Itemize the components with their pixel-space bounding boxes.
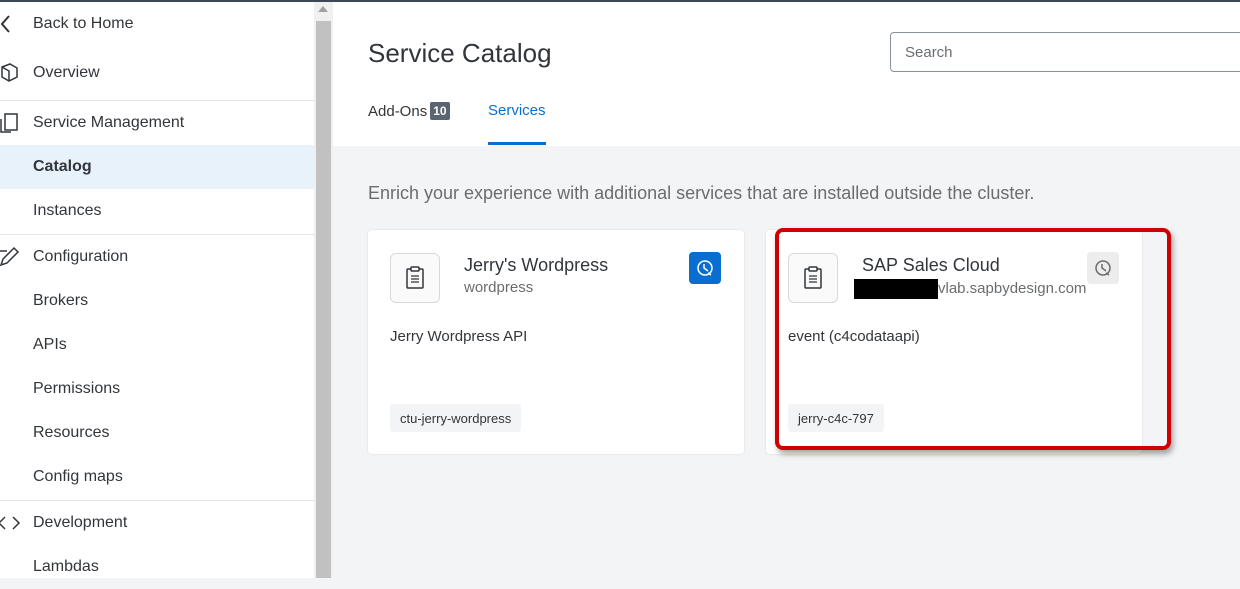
sidebar-item-instances[interactable]: Instances bbox=[0, 189, 314, 233]
sidebar-item-label: Configuration bbox=[33, 247, 129, 265]
edit-icon bbox=[0, 245, 21, 269]
sidebar-item-lambdas[interactable]: Lambdas bbox=[0, 545, 314, 589]
sidebar-item-resources[interactable]: Resources bbox=[0, 411, 314, 455]
card-description: event (c4codataapi) bbox=[788, 328, 920, 345]
sidebar-item-label: Resources bbox=[33, 424, 110, 441]
redacted-block bbox=[854, 279, 938, 299]
sidebar-item-configuration[interactable]: Configuration bbox=[0, 234, 314, 278]
sidebar-item-label: Overview bbox=[33, 64, 100, 81]
service-card[interactable]: SAP Sales Cloud vlab.sapbydesign.com eve… bbox=[766, 230, 1142, 454]
sidebar-item-label: Lambdas bbox=[33, 558, 99, 575]
tab-label: Services bbox=[488, 102, 546, 119]
card-title: SAP Sales Cloud bbox=[862, 255, 1000, 275]
clipboard-icon bbox=[390, 253, 440, 303]
sidebar-item-service-management[interactable]: Service Management bbox=[0, 100, 314, 144]
tab-label: Add-Ons bbox=[368, 102, 428, 120]
sidebar-item-label: APIs bbox=[33, 336, 67, 353]
sidebar-item-apis[interactable]: APIs bbox=[0, 323, 314, 367]
sidebar-item-label: Catalog bbox=[33, 158, 92, 175]
card-subtitle: vlab.sapbydesign.com bbox=[854, 279, 1086, 299]
service-card[interactable]: Jerry's Wordpress wordpress Jerry Wordpr… bbox=[368, 230, 744, 454]
chevron-left-icon bbox=[0, 12, 21, 36]
sidebar-item-development[interactable]: Development bbox=[0, 500, 314, 544]
sidebar-item-label: Development bbox=[33, 513, 128, 531]
sidebar-item-label: Brokers bbox=[33, 292, 89, 309]
service-management-icon bbox=[0, 111, 21, 135]
overview-icon bbox=[0, 61, 21, 85]
page-title: Service Catalog bbox=[368, 38, 552, 68]
card-description: Jerry Wordpress API bbox=[390, 328, 528, 345]
card-tag: jerry-c4c-797 bbox=[788, 404, 884, 432]
catalog-description: Enrich your experience with additional s… bbox=[368, 183, 1035, 203]
page-header: Service Catalog Add-Ons 10 Services bbox=[333, 2, 1240, 146]
sidebar-item-label: Service Management bbox=[33, 113, 185, 131]
sidebar-item-label: Permissions bbox=[33, 380, 121, 397]
sidebar-item-label: Back to Home bbox=[33, 15, 134, 32]
search-input[interactable] bbox=[890, 32, 1240, 72]
provision-icon[interactable] bbox=[689, 252, 721, 284]
sidebar-item-label: Instances bbox=[33, 202, 102, 219]
sidebar-scrollbar[interactable] bbox=[314, 2, 333, 578]
scroll-thumb[interactable] bbox=[316, 21, 331, 578]
sidebar-item-brokers[interactable]: Brokers bbox=[0, 279, 314, 323]
sidebar-item-back-to-home[interactable]: Back to Home bbox=[0, 2, 314, 46]
sidebar-item-overview[interactable]: Overview bbox=[0, 51, 314, 95]
card-tag: ctu-jerry-wordpress bbox=[390, 404, 522, 432]
scroll-up-arrow-icon[interactable] bbox=[318, 6, 328, 12]
sidebar-item-label: Config maps bbox=[33, 468, 123, 485]
card-subtitle-text: vlab.sapbydesign.com bbox=[938, 279, 1087, 297]
tab-add-ons[interactable]: Add-Ons 10 bbox=[368, 102, 450, 120]
tab-services[interactable]: Services bbox=[488, 102, 546, 119]
card-subtitle: wordpress bbox=[464, 279, 534, 296]
clipboard-icon bbox=[788, 253, 838, 303]
card-title: Jerry's Wordpress bbox=[464, 255, 609, 275]
code-icon bbox=[0, 511, 21, 535]
provision-icon[interactable] bbox=[1087, 252, 1119, 284]
sidebar-item-config-maps[interactable]: Config maps bbox=[0, 455, 314, 499]
sidebar: Back to Home Overview Service Management… bbox=[0, 2, 314, 578]
sidebar-item-catalog[interactable]: Catalog bbox=[0, 145, 314, 189]
active-tab-indicator bbox=[488, 142, 546, 145]
count-badge: 10 bbox=[430, 102, 450, 120]
sidebar-item-permissions[interactable]: Permissions bbox=[0, 367, 314, 411]
